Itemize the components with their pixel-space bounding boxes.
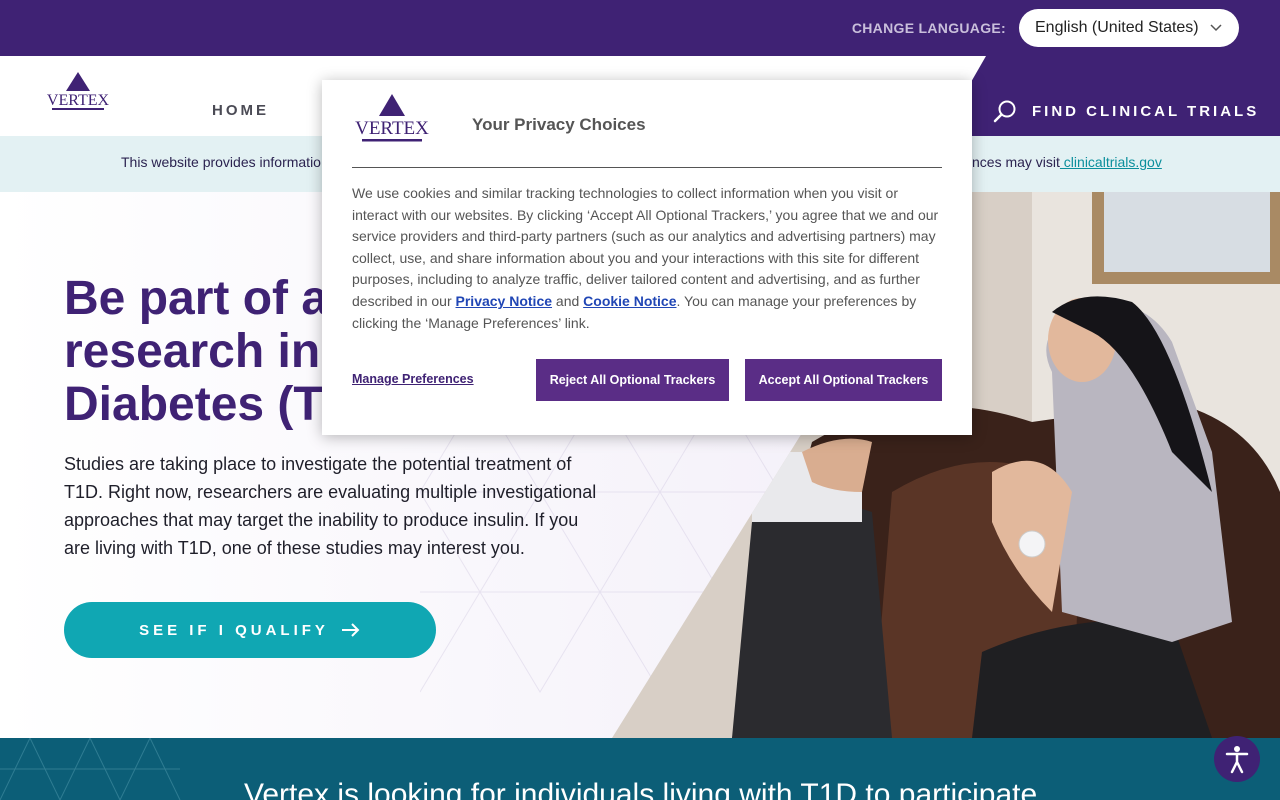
accept-all-button[interactable]: Accept All Optional Trackers xyxy=(745,359,942,401)
accessibility-icon xyxy=(1225,746,1249,774)
privacy-dialog: VERTEX Your Privacy Choices We use cooki… xyxy=(322,80,972,435)
reject-all-button[interactable]: Reject All Optional Trackers xyxy=(536,359,729,401)
vertex-logo[interactable]: VERTEX xyxy=(38,72,118,117)
info-text-left: This website provides informatio xyxy=(121,154,321,170)
info-text-right: nces may visit clinicaltrials.gov xyxy=(972,154,1162,170)
arrow-right-icon xyxy=(341,623,360,637)
cta-label: SEE IF I QUALIFY xyxy=(139,621,329,639)
accessibility-button[interactable] xyxy=(1214,736,1260,782)
info-text-right-label: nces may visit xyxy=(972,154,1060,170)
svg-text:VERTEX: VERTEX xyxy=(355,118,429,139)
chevron-down-icon xyxy=(1210,24,1222,32)
find-trials-panel xyxy=(940,56,1280,136)
change-language-label: CHANGE LANGUAGE: xyxy=(851,20,1006,36)
language-select[interactable]: English (United States) xyxy=(1019,9,1239,47)
manage-preferences-link[interactable]: Manage Preferences xyxy=(352,372,474,386)
hero-description: Studies are taking place to investigate … xyxy=(64,454,597,558)
cookie-notice-link[interactable]: Cookie Notice xyxy=(583,293,676,309)
see-if-i-qualify-button[interactable]: SEE IF I QUALIFY xyxy=(64,602,436,658)
privacy-notice-link[interactable]: Privacy Notice xyxy=(456,293,553,309)
vertex-logo-mark: VERTEX xyxy=(47,72,110,110)
language-bar: CHANGE LANGUAGE: English (United States) xyxy=(0,0,1280,56)
dialog-title: Your Privacy Choices xyxy=(472,115,646,134)
svg-text:VERTEX: VERTEX xyxy=(47,92,110,109)
language-selected-value: English (United States) xyxy=(1035,19,1199,36)
find-trials-label: FIND CLINICAL TRIALS xyxy=(1032,102,1260,120)
dialog-body: We use cookies and similar tracking tech… xyxy=(352,183,947,334)
dialog-body-text: We use cookies and similar tracking tech… xyxy=(352,185,939,309)
nav-home-link[interactable]: HOME xyxy=(212,102,269,119)
find-clinical-trials-link[interactable]: FIND CLINICAL TRIALS xyxy=(992,98,1259,124)
clinicaltrials-link[interactable]: clinicaltrials.gov xyxy=(1060,154,1162,170)
search-icon xyxy=(993,100,1016,123)
bottom-band: Vertex is looking for individuals living… xyxy=(0,738,1280,800)
dialog-logo-mark: VERTEX xyxy=(355,94,429,142)
dialog-divider xyxy=(352,167,942,168)
dialog-vertex-logo: VERTEX xyxy=(346,94,438,149)
band-heading: Vertex is looking for individuals living… xyxy=(244,778,1038,800)
dialog-body-and: and xyxy=(552,292,584,309)
